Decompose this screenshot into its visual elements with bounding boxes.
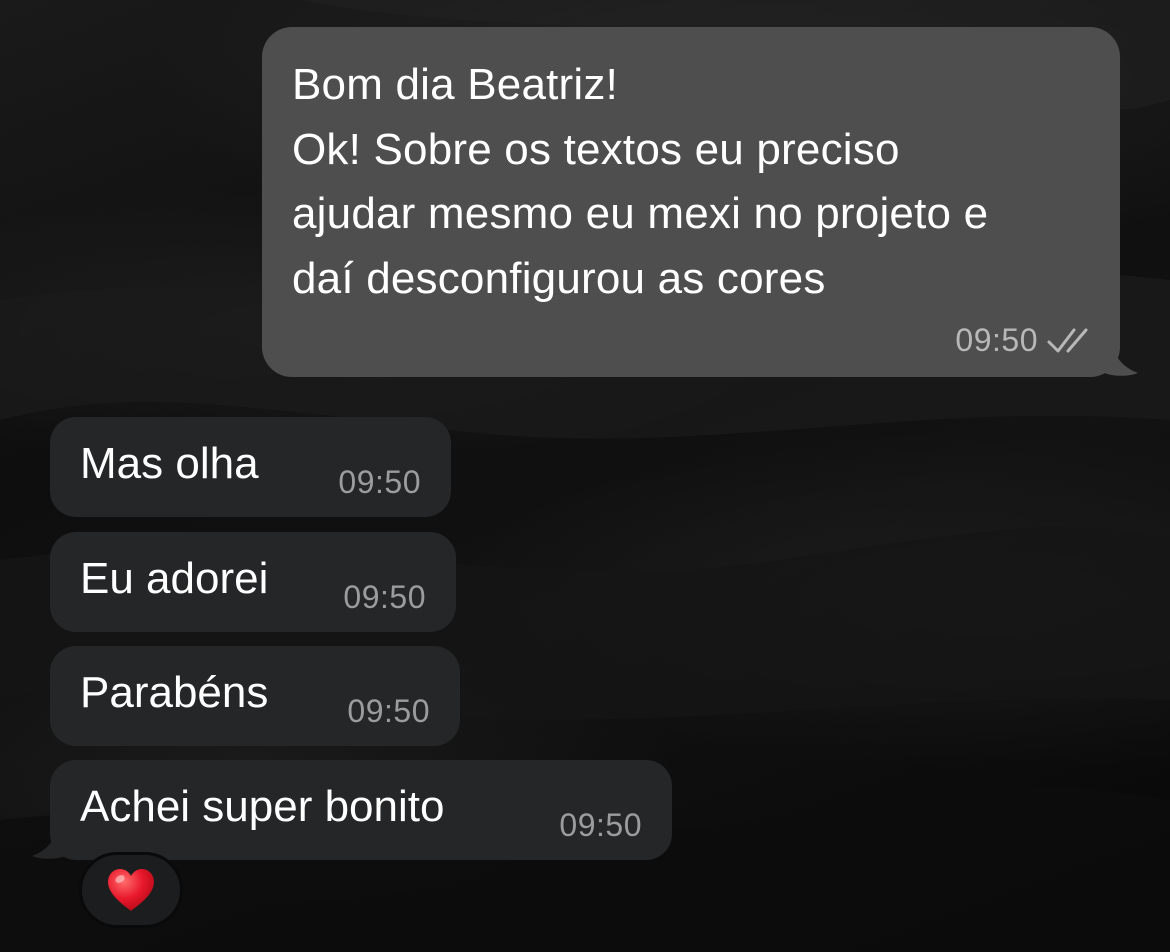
incoming-message-text: Eu adorei — [80, 554, 269, 603]
message-time: 09:50 — [338, 464, 421, 500]
outgoing-message-meta: 09:50 — [955, 322, 1094, 359]
bubble-tail — [1100, 337, 1138, 376]
incoming-message-text: Parabéns — [80, 668, 269, 717]
reaction-badge[interactable] — [79, 852, 183, 928]
bubble-tail — [32, 820, 70, 859]
incoming-message-bubble[interactable]: Eu adorei 09:50 — [50, 532, 456, 632]
message-line: ajudar mesmo eu mexi no projeto e — [292, 189, 989, 238]
message-time: 09:50 — [955, 322, 1038, 358]
incoming-message-bubble[interactable]: Achei super bonito 09:50 — [32, 760, 672, 860]
incoming-message-bubble[interactable]: Parabéns 09:50 — [50, 646, 460, 746]
double-check-icon — [1047, 328, 1088, 352]
message-line: Bom dia Beatriz! — [292, 60, 619, 109]
message-line: Ok! Sobre os textos eu preciso — [292, 124, 900, 174]
message-line: daí desconfigurou as cores — [292, 253, 826, 303]
incoming-message-text: Mas olha — [80, 439, 259, 488]
incoming-message-bubble[interactable]: Mas olha 09:50 — [50, 417, 451, 517]
outgoing-message-bubble[interactable]: Bom dia Beatriz! Ok! Sobre os textos eu … — [262, 27, 1138, 377]
outgoing-message-text: Bom dia Beatriz! Ok! Sobre os textos eu … — [292, 53, 988, 311]
red-heart-icon — [108, 869, 154, 911]
message-time: 09:50 — [343, 579, 426, 615]
message-time: 09:50 — [559, 807, 642, 843]
incoming-message-text: Achei super bonito — [80, 782, 445, 831]
message-time: 09:50 — [347, 693, 430, 729]
